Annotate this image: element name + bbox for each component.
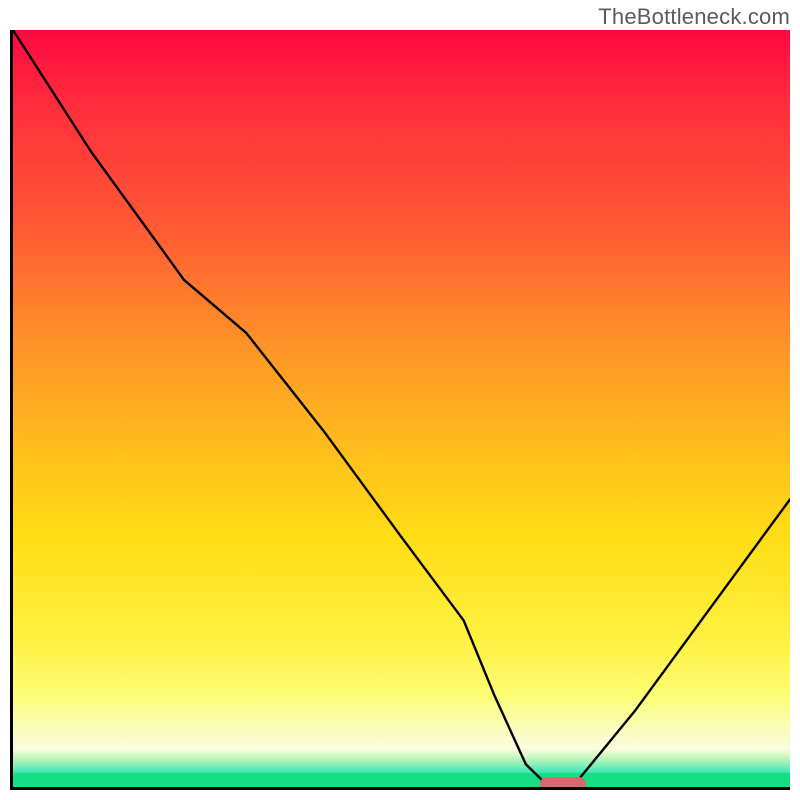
chart-canvas: TheBottleneck.com bbox=[0, 0, 800, 800]
plot-area bbox=[10, 30, 790, 790]
optimal-marker bbox=[540, 777, 586, 790]
bottleneck-curve-path bbox=[13, 30, 790, 787]
curve-svg bbox=[13, 30, 790, 787]
watermark-text: TheBottleneck.com bbox=[598, 4, 790, 30]
